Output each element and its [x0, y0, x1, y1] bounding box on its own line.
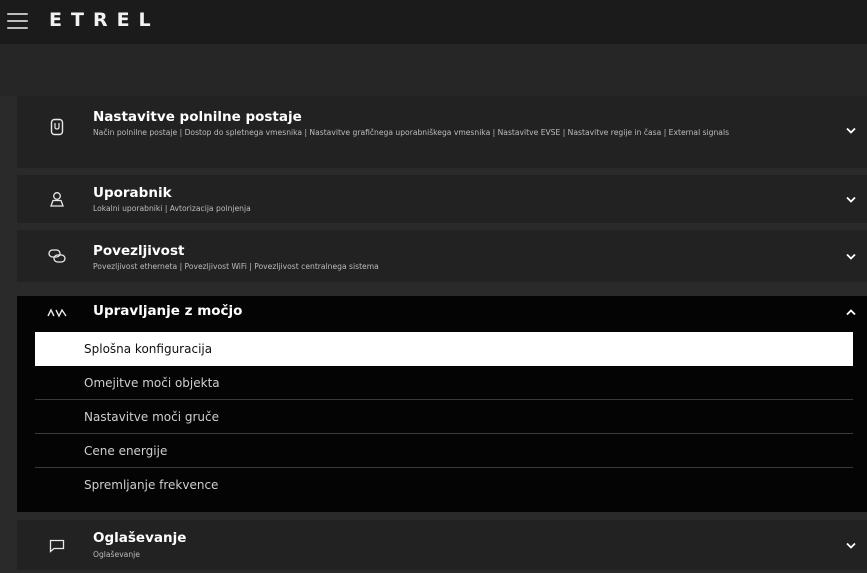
- etrel-logo: ETREL: [49, 9, 160, 31]
- power-management-submenu: Splošna konfiguracija Omejitve moči obje…: [35, 332, 853, 502]
- link-icon: [47, 246, 67, 266]
- section-title: Nastavitve polnilne postaje: [93, 109, 302, 125]
- section-title: Upravljanje z močjo: [93, 303, 243, 319]
- section-charging-station-settings[interactable]: Nastavitve polnilne postaje Način polnil…: [17, 96, 867, 168]
- section-subtitle: Povezljivost etherneta | Povezljivost Wi…: [93, 262, 379, 271]
- chevron-down-icon[interactable]: [845, 193, 857, 205]
- section-subtitle: Lokalni uporabniki | Avtorizacija polnje…: [93, 204, 251, 213]
- submenu-item-frequency-monitoring[interactable]: Spremljanje frekvence: [35, 468, 853, 502]
- charging-station-icon: [47, 117, 67, 137]
- submenu-item-cluster-power-settings[interactable]: Nastavitve moči gruče: [35, 400, 853, 434]
- chevron-up-icon[interactable]: [845, 306, 857, 318]
- section-advertising[interactable]: Oglaševanje Oglaševanje: [17, 520, 867, 570]
- section-user[interactable]: Uporabnik Lokalni uporabniki | Avtorizac…: [17, 175, 867, 223]
- top-bar: ETREL: [0, 0, 867, 44]
- submenu-item-general-configuration[interactable]: Splošna konfiguracija: [35, 332, 853, 366]
- chevron-down-icon[interactable]: [845, 124, 857, 136]
- section-title: Oglaševanje: [93, 530, 187, 546]
- power-wave-icon: [47, 303, 67, 323]
- header-band: [0, 44, 867, 96]
- hamburger-menu-icon[interactable]: [7, 13, 28, 30]
- section-title: Uporabnik: [93, 185, 172, 201]
- section-title: Povezljivost: [93, 243, 185, 259]
- section-connectivity[interactable]: Povezljivost Povezljivost etherneta | Po…: [17, 230, 867, 282]
- user-icon: [47, 189, 67, 209]
- chevron-down-icon[interactable]: [845, 539, 857, 551]
- section-subtitle: Način polnilne postaje | Dostop do splet…: [93, 128, 730, 137]
- chevron-down-icon[interactable]: [845, 250, 857, 262]
- speech-bubble-icon: [47, 536, 67, 556]
- submenu-item-object-power-limits[interactable]: Omejitve moči objekta: [35, 366, 853, 400]
- submenu-item-energy-prices[interactable]: Cene energije: [35, 434, 853, 468]
- section-subtitle: Oglaševanje: [93, 550, 140, 559]
